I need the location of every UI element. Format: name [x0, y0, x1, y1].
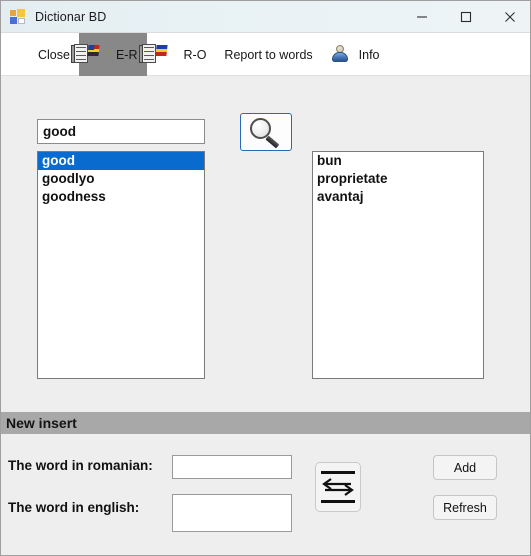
list-item[interactable]: proprietate	[313, 170, 483, 188]
list-item[interactable]: avantaj	[313, 188, 483, 206]
swap-languages-button[interactable]	[315, 462, 361, 512]
list-item[interactable]: goodness	[38, 188, 204, 206]
romanian-book-icon	[138, 43, 178, 66]
toolbar-label-ro: R-O	[183, 47, 207, 62]
app-form-icon	[10, 8, 26, 25]
search-button[interactable]	[240, 113, 292, 151]
translation-word-list[interactable]: bun proprietate avantaj	[312, 151, 484, 379]
window-title: Dictionar BD	[35, 9, 107, 24]
english-book-icon	[70, 43, 110, 66]
close-button[interactable]	[488, 1, 530, 33]
toolbar-item-er[interactable]: E-R	[70, 33, 147, 76]
english-word-input[interactable]	[172, 494, 292, 532]
toolbar-item-report-to-words[interactable]: Report to words	[215, 33, 321, 76]
refresh-button[interactable]: Refresh	[433, 495, 497, 520]
title-bar: Dictionar BD	[1, 1, 530, 33]
list-item[interactable]: good	[38, 152, 204, 170]
minimize-button[interactable]	[400, 1, 444, 33]
toolbar-label-report: Report to words	[224, 47, 313, 62]
toolbar-item-info[interactable]: Info	[322, 33, 389, 76]
section-title: New insert	[6, 415, 77, 431]
toolbar-label-info: Info	[358, 47, 380, 62]
source-word-list[interactable]: good goodlyo goodness	[37, 151, 205, 379]
toolbar: Close E-R R-O Report to words Info	[1, 33, 530, 76]
toolbar-label-er: E-R	[115, 47, 138, 62]
person-icon	[331, 44, 353, 66]
english-word-label: The word in english:	[8, 500, 140, 515]
romanian-word-label: The word in romanian:	[8, 458, 153, 473]
application-window: Dictionar BD Close E-R R-O Report to wor…	[0, 0, 531, 556]
toolbar-item-ro[interactable]: R-O	[138, 33, 216, 76]
add-button[interactable]: Add	[433, 455, 497, 480]
list-item[interactable]: bun	[313, 152, 483, 170]
maximize-button[interactable]	[444, 1, 488, 33]
list-item[interactable]: goodlyo	[38, 170, 204, 188]
swap-arrows-icon	[320, 469, 356, 505]
power-icon	[10, 44, 32, 66]
search-input[interactable]	[37, 119, 205, 144]
toolbar-item-close[interactable]: Close	[1, 33, 79, 76]
new-insert-section-bar: New insert	[1, 412, 530, 434]
magnifier-icon	[250, 118, 282, 149]
window-controls	[400, 1, 530, 33]
toolbar-label-close: Close	[38, 47, 70, 62]
romanian-word-input[interactable]	[172, 455, 292, 479]
